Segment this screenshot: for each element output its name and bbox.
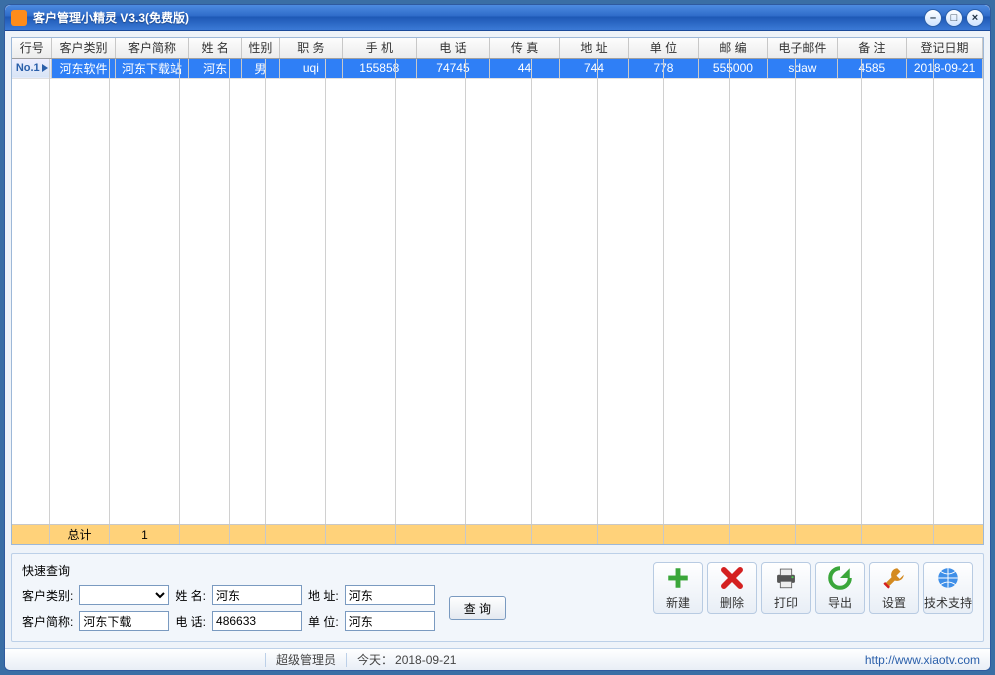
cell-note: 4585: [837, 58, 906, 78]
status-today-label: 今天：: [357, 651, 393, 668]
cell-short: 河东下载站: [115, 58, 189, 78]
status-separator: [346, 653, 347, 667]
print-button[interactable]: 打印: [761, 562, 811, 614]
grid-header-row: 行号客户类别客户简称姓 名性别职 务手 机电 话传 真地 址单 位邮 编电子邮件…: [12, 38, 983, 58]
label-name: 姓 名:: [175, 587, 206, 604]
new-button[interactable]: 新建: [653, 562, 703, 614]
x-icon: [719, 565, 745, 591]
cell-name: 河东: [189, 58, 242, 78]
app-icon: [11, 10, 27, 26]
col-header-zip[interactable]: 邮 编: [698, 38, 767, 58]
cell-addr: 744: [559, 58, 628, 78]
export-button[interactable]: 导出: [815, 562, 865, 614]
action-toolbar: 新建 删除 打印 导出 设置 技术支持: [653, 562, 973, 614]
support-button[interactable]: 技术支持: [923, 562, 973, 614]
settings-button[interactable]: 设置: [869, 562, 919, 614]
label-address: 地 址:: [308, 587, 339, 604]
col-header-mobile[interactable]: 手 机: [342, 38, 416, 58]
delete-button[interactable]: 删除: [707, 562, 757, 614]
window-title: 客户管理小精灵 V3.3(免费版): [33, 9, 924, 26]
wrench-icon: [881, 565, 907, 591]
cell-sex: 男: [241, 58, 279, 78]
col-header-email[interactable]: 电子邮件: [768, 38, 837, 58]
search-button[interactable]: 查 询: [449, 596, 506, 620]
status-user: 超级管理员: [276, 651, 336, 668]
col-header-date[interactable]: 登记日期: [907, 38, 983, 58]
phone-input[interactable]: [212, 611, 302, 631]
label-category: 客户类别:: [22, 587, 73, 604]
delete-label: 删除: [720, 594, 744, 611]
print-label: 打印: [774, 594, 798, 611]
cell-zip: 555000: [698, 58, 767, 78]
totals-row: 总计1: [12, 524, 983, 544]
col-header-job[interactable]: 职 务: [279, 38, 342, 58]
titlebar[interactable]: 客户管理小精灵 V3.3(免费版) – □ ×: [5, 5, 990, 31]
company-input[interactable]: [345, 611, 435, 631]
col-header-name[interactable]: 姓 名: [189, 38, 242, 58]
cell-company: 778: [629, 58, 698, 78]
plus-icon: [665, 565, 691, 591]
cell-email: sdaw: [768, 58, 837, 78]
totals-label: 总计: [50, 525, 110, 544]
grid-column-lines: [12, 59, 983, 524]
table-row[interactable]: No.1河东软件河东下载站河东男uqi155858747454474477855…: [12, 58, 983, 78]
main-content: 行号客户类别客户简称姓 名性别职 务手 机电 话传 真地 址单 位邮 编电子邮件…: [11, 37, 984, 545]
settings-label: 设置: [882, 594, 906, 611]
cell-phone: 74745: [416, 58, 490, 78]
totals-count: 1: [110, 525, 180, 544]
col-header-fax[interactable]: 传 真: [490, 38, 559, 58]
status-today: 2018-09-21: [395, 653, 456, 667]
quick-search-box: 快速查询 客户类别: 姓 名: 地 址: 查 询 客户简称: 电 话: 单 位:: [22, 562, 506, 631]
search-title: 快速查询: [22, 562, 506, 579]
statusbar: 超级管理员 今天： 2018-09-21 http://www.xiaotv.c…: [5, 648, 990, 670]
cell-job: uqi: [279, 58, 342, 78]
window-controls: – □ ×: [924, 9, 984, 27]
col-header-cat[interactable]: 客户类别: [52, 38, 115, 58]
cell-date: 2018-09-21: [907, 58, 983, 78]
export-label: 导出: [828, 594, 852, 611]
export-icon: [827, 565, 853, 591]
label-shortname: 客户简称:: [22, 613, 73, 630]
col-header-addr[interactable]: 地 址: [559, 38, 628, 58]
col-header-rownum[interactable]: 行号: [12, 38, 52, 58]
cell-fax: 44: [490, 58, 559, 78]
globe-icon: [935, 565, 961, 591]
cell-rownum: No.1: [12, 58, 52, 78]
status-separator: [265, 653, 266, 667]
support-label: 技术支持: [924, 594, 972, 611]
status-url[interactable]: http://www.xiaotv.com: [865, 653, 980, 667]
col-header-sex[interactable]: 性别: [241, 38, 279, 58]
grid-table: 行号客户类别客户简称姓 名性别职 务手 机电 话传 真地 址单 位邮 编电子邮件…: [12, 38, 983, 79]
col-header-company[interactable]: 单 位: [629, 38, 698, 58]
bottom-panel: 快速查询 客户类别: 姓 名: 地 址: 查 询 客户简称: 电 话: 单 位:: [11, 553, 984, 642]
printer-icon: [773, 565, 799, 591]
grid-body: No.1河东软件河东下载站河东男uqi155858747454474477855…: [12, 58, 983, 78]
category-select[interactable]: [79, 585, 169, 605]
address-input[interactable]: [345, 585, 435, 605]
label-company: 单 位:: [308, 613, 339, 630]
close-button[interactable]: ×: [966, 9, 984, 27]
maximize-button[interactable]: □: [945, 9, 963, 27]
search-form: 客户类别: 姓 名: 地 址: 查 询 客户简称: 电 话: 单 位:: [22, 585, 506, 631]
col-header-short[interactable]: 客户简称: [115, 38, 189, 58]
data-grid[interactable]: 行号客户类别客户简称姓 名性别职 务手 机电 话传 真地 址单 位邮 编电子邮件…: [12, 38, 983, 544]
col-header-phone[interactable]: 电 话: [416, 38, 490, 58]
shortname-input[interactable]: [79, 611, 169, 631]
cell-cat: 河东软件: [52, 58, 115, 78]
cell-mobile: 155858: [342, 58, 416, 78]
minimize-button[interactable]: –: [924, 9, 942, 27]
col-header-note[interactable]: 备 注: [837, 38, 906, 58]
name-input[interactable]: [212, 585, 302, 605]
new-label: 新建: [666, 594, 690, 611]
label-phone: 电 话:: [175, 613, 206, 630]
app-window: 客户管理小精灵 V3.3(免费版) – □ × 行号客户类别客户简称姓 名性别职…: [4, 4, 991, 671]
